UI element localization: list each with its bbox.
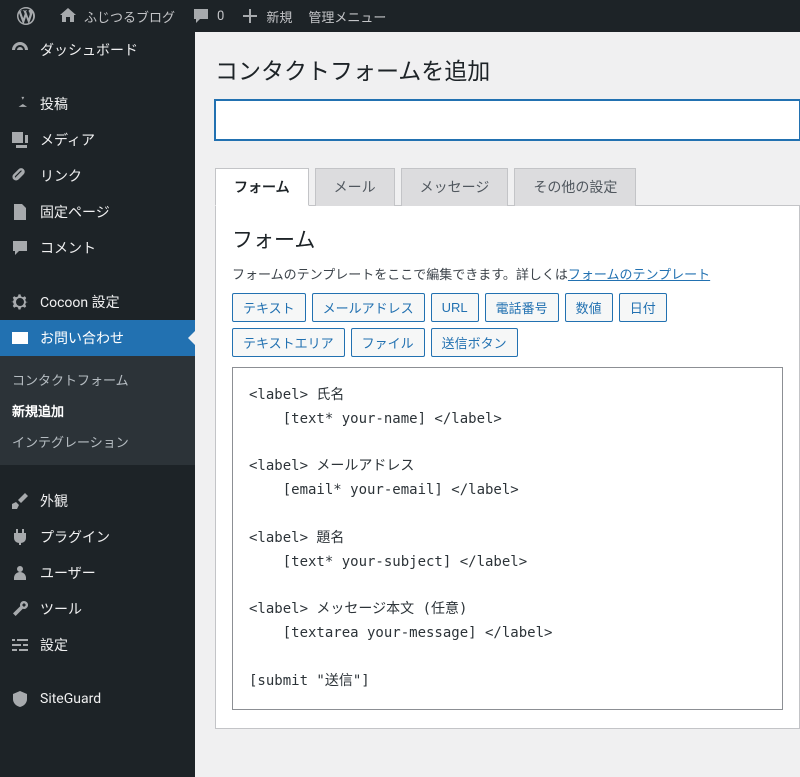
menu-label: お問い合わせ (40, 328, 124, 348)
link-icon (10, 166, 30, 186)
tag-url-button[interactable]: URL (431, 293, 479, 322)
tab-form[interactable]: フォーム (215, 168, 309, 206)
sliders-icon (10, 635, 30, 655)
menu-posts[interactable]: 投稿 (0, 86, 195, 122)
tag-submit-button[interactable]: 送信ボタン (431, 328, 518, 357)
new-label: 新規 (266, 7, 292, 26)
menu-label: ユーザー (40, 563, 96, 583)
menu-appearance[interactable]: 外観 (0, 483, 195, 519)
admin-sidebar: ダッシュボード 投稿 メディア リンク 固定ページ コメント Cocoon 設定… (0, 32, 195, 777)
menu-media[interactable]: メディア (0, 122, 195, 158)
menu-label: SiteGuard (40, 691, 101, 707)
menu-label: Cocoon 設定 (40, 292, 120, 312)
menu-tools[interactable]: ツール (0, 591, 195, 627)
new-content[interactable]: 新規 (232, 0, 300, 32)
tag-generator-buttons: テキスト メールアドレス URL 電話番号 数値 日付 テキストエリア ファイル… (232, 293, 783, 357)
menu-plugins[interactable]: プラグイン (0, 519, 195, 555)
tag-textarea-button[interactable]: テキストエリア (232, 328, 345, 357)
tag-text-button[interactable]: テキスト (232, 293, 306, 322)
home-icon (58, 6, 78, 26)
panel-heading: フォーム (232, 224, 783, 254)
menu-label: プラグイン (40, 527, 110, 547)
menu-label: コメント (40, 238, 96, 258)
admin-toolbar: ふじつるブログ 0 新規 管理メニュー (0, 0, 800, 32)
site-home[interactable]: ふじつるブログ (50, 0, 183, 32)
submenu-contact-integration[interactable]: インテグレーション (0, 426, 195, 457)
menu-label: メディア (40, 130, 95, 150)
tab-mail[interactable]: メール (315, 168, 395, 206)
page-icon (10, 202, 30, 222)
comment-count: 0 (217, 9, 224, 24)
menu-comments[interactable]: コメント (0, 230, 195, 266)
tag-email-button[interactable]: メールアドレス (312, 293, 425, 322)
tag-number-button[interactable]: 数値 (565, 293, 613, 322)
shield-icon (10, 689, 30, 709)
template-doc-link[interactable]: フォームのテンプレート (568, 268, 710, 283)
page-title: コンタクトフォームを追加 (215, 52, 800, 86)
plugin-icon (10, 527, 30, 547)
form-template-editor[interactable]: <label> 氏名 [text* your-name] </label> <l… (232, 367, 783, 710)
submenu-contact-forms[interactable]: コンタクトフォーム (0, 364, 195, 395)
user-icon (10, 563, 30, 583)
menu-users[interactable]: ユーザー (0, 555, 195, 591)
brush-icon (10, 491, 30, 511)
menu-contact[interactable]: お問い合わせ (0, 320, 195, 356)
panel-legend: フォームのテンプレートをここで編集できます。詳しくはフォームのテンプレート (232, 264, 783, 283)
menu-label: 設定 (40, 635, 68, 655)
submenu-contact: コンタクトフォーム 新規追加 インテグレーション (0, 356, 195, 465)
menu-pages[interactable]: 固定ページ (0, 194, 195, 230)
main-content: コンタクトフォームを追加 フォーム メール メッセージ その他の設定 フォーム … (195, 32, 800, 777)
submenu-contact-add[interactable]: 新規追加 (0, 395, 195, 426)
comments-link[interactable]: 0 (183, 0, 232, 32)
form-panel: フォーム フォームのテンプレートをここで編集できます。詳しくはフォームのテンプレ… (215, 206, 800, 729)
form-title-input[interactable] (215, 100, 800, 140)
menu-dashboard[interactable]: ダッシュボード (0, 32, 195, 68)
wp-logo[interactable] (8, 0, 50, 32)
menu-settings[interactable]: 設定 (0, 627, 195, 663)
tab-list: フォーム メール メッセージ その他の設定 (215, 168, 800, 206)
comment-icon (191, 6, 211, 26)
plus-icon (240, 6, 260, 26)
menu-label: ツール (40, 599, 82, 619)
menu-label: 外観 (40, 491, 68, 511)
legend-text: フォームのテンプレートをここで編集できます。詳しくは (232, 268, 568, 283)
menu-label: リンク (40, 166, 82, 186)
admin-menu-label: 管理メニュー (308, 7, 386, 26)
pin-icon (10, 94, 30, 114)
menu-cocoon[interactable]: Cocoon 設定 (0, 284, 195, 320)
menu-label: 固定ページ (40, 202, 110, 222)
comment-icon (10, 238, 30, 258)
tag-file-button[interactable]: ファイル (351, 328, 425, 357)
mail-icon (10, 328, 30, 348)
wordpress-icon (16, 6, 36, 26)
wrench-icon (10, 599, 30, 619)
media-icon (10, 130, 30, 150)
menu-links[interactable]: リンク (0, 158, 195, 194)
admin-menu-link[interactable]: 管理メニュー (300, 0, 394, 32)
menu-label: 投稿 (40, 94, 68, 114)
gear-icon (10, 292, 30, 312)
menu-siteguard[interactable]: SiteGuard (0, 681, 195, 717)
tag-tel-button[interactable]: 電話番号 (485, 293, 559, 322)
tab-other[interactable]: その他の設定 (514, 168, 636, 206)
tab-messages[interactable]: メッセージ (401, 168, 509, 206)
tag-date-button[interactable]: 日付 (619, 293, 667, 322)
menu-label: ダッシュボード (40, 40, 138, 60)
site-name: ふじつるブログ (84, 7, 175, 26)
dashboard-icon (10, 40, 30, 60)
